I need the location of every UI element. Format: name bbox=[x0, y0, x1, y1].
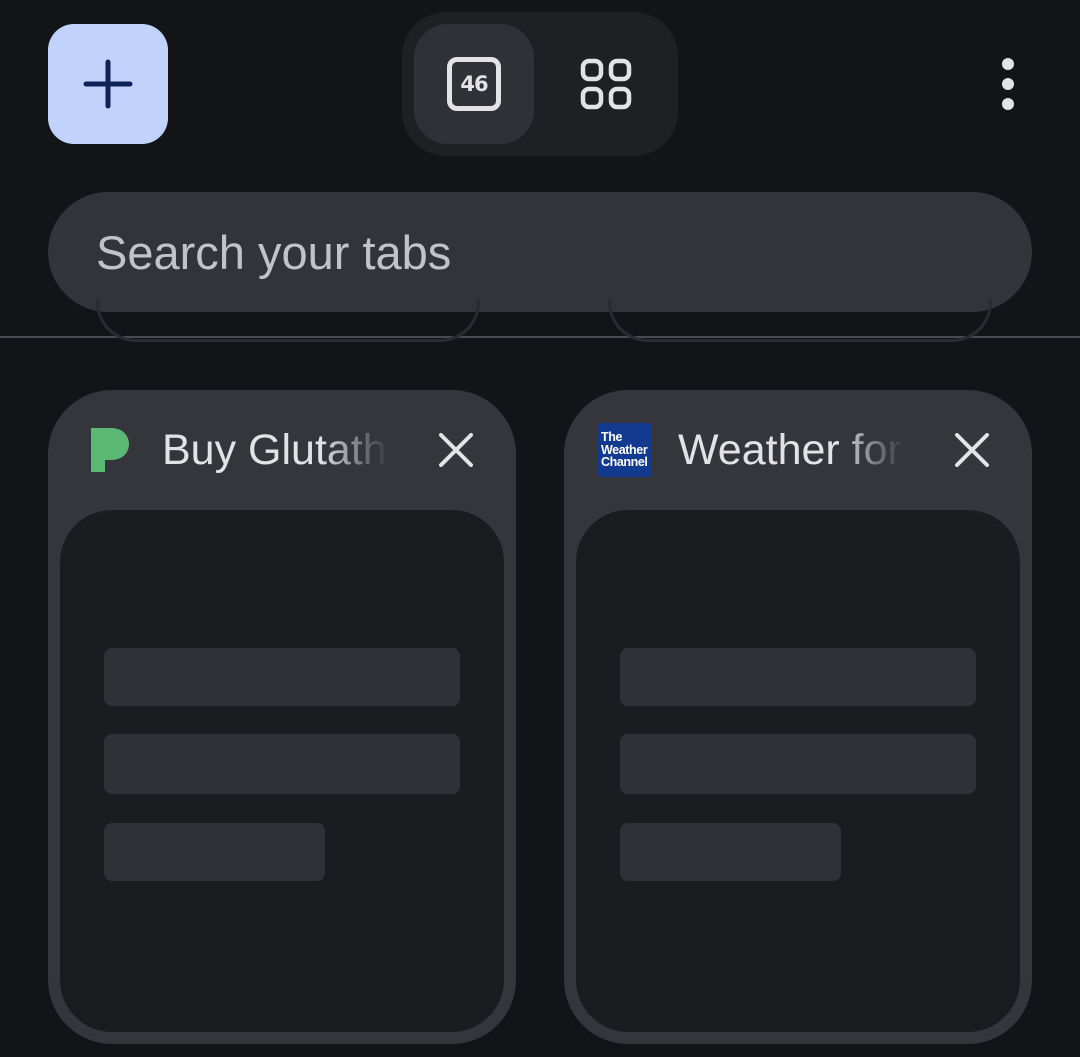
tab-thumbnail bbox=[576, 510, 1020, 1032]
placeholder-line bbox=[104, 648, 460, 706]
close-icon bbox=[439, 433, 473, 467]
placeholder-line bbox=[104, 734, 460, 794]
placeholder-line bbox=[620, 648, 976, 706]
placeholder-line bbox=[620, 734, 976, 794]
previous-tab-card-edge bbox=[96, 300, 480, 342]
close-tab-button[interactable] bbox=[940, 418, 1004, 482]
previous-tab-card-edge bbox=[608, 300, 992, 342]
tab-groups-button[interactable] bbox=[546, 24, 666, 144]
search-bar[interactable] bbox=[48, 192, 1032, 312]
grid-icon bbox=[580, 58, 632, 110]
p-logo-icon bbox=[82, 423, 136, 477]
placeholder-line bbox=[620, 823, 841, 881]
tab-switcher-toggle: 46 bbox=[402, 12, 678, 156]
tab-title: Buy Glutathione bbox=[162, 426, 388, 474]
tab-count-badge: 46 bbox=[447, 57, 501, 111]
search-input[interactable] bbox=[96, 224, 976, 280]
tab-card-header: Buy Glutathione bbox=[48, 390, 516, 510]
tabs-view-button[interactable]: 46 bbox=[414, 24, 534, 144]
tab-card[interactable]: The Weather Channel Weather forecast bbox=[564, 390, 1032, 1044]
close-icon bbox=[955, 433, 989, 467]
weather-channel-icon: The Weather Channel bbox=[598, 423, 652, 477]
tab-title: Weather forecast bbox=[678, 426, 904, 474]
close-tab-button[interactable] bbox=[424, 418, 488, 482]
tab-thumbnail bbox=[60, 510, 504, 1032]
placeholder-line bbox=[104, 823, 325, 881]
plus-icon bbox=[83, 59, 133, 109]
more-vertical-icon bbox=[1002, 58, 1014, 110]
more-options-button[interactable] bbox=[980, 52, 1036, 116]
new-tab-button[interactable] bbox=[48, 24, 168, 144]
tab-card-header: The Weather Channel Weather forecast bbox=[564, 390, 1032, 510]
tab-card[interactable]: Buy Glutathione bbox=[48, 390, 516, 1044]
